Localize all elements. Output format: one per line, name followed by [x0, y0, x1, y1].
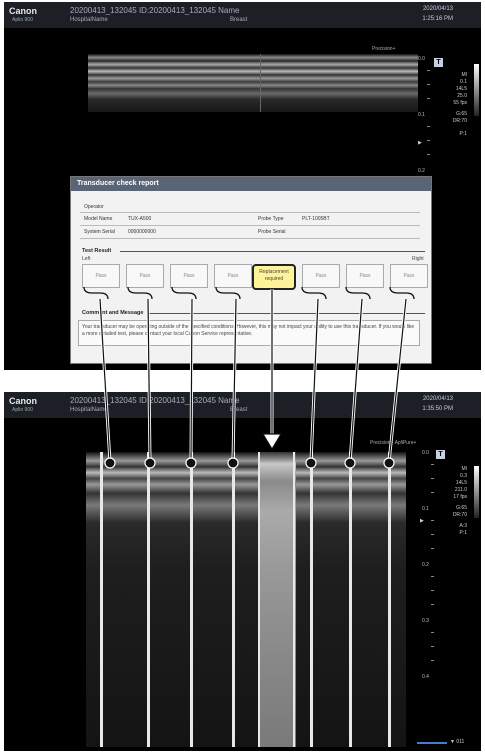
- focus-marker-icon: ▶: [418, 140, 422, 146]
- depth-label: 0.4: [422, 674, 429, 680]
- param: 0.3: [460, 473, 467, 479]
- header-bar: Canon Aplio 900 20200413_132045 ID:20200…: [4, 2, 481, 28]
- param: 17 fps: [453, 494, 467, 500]
- result-cell: Pass: [214, 264, 252, 288]
- preset-label: Precision+: [372, 46, 396, 52]
- exam-time: 1:25:16 PM: [422, 16, 453, 22]
- system-model: Aplio 900: [12, 17, 33, 23]
- exam-date: 2020/04/13: [422, 396, 453, 402]
- param: 0.1: [460, 79, 467, 85]
- param: DR:70: [452, 512, 467, 518]
- right-label: Right: [412, 256, 424, 262]
- transducer-badge: T: [434, 58, 443, 67]
- depth-label: 0.1: [422, 506, 429, 512]
- element-image: [86, 452, 134, 747]
- result-cell: Pass: [82, 264, 120, 288]
- result-cell: Pass: [126, 264, 164, 288]
- element-image: [134, 452, 176, 747]
- model-name-value: TUX-A500: [128, 216, 152, 222]
- system-serial-label: System Serial: [84, 229, 115, 235]
- param: DR:70: [452, 118, 467, 124]
- patient-id: 20200413_132045 ID:20200413_132045 Name: [70, 6, 240, 15]
- param: MI: [461, 72, 467, 78]
- param: 55 fps: [453, 100, 467, 106]
- depth-label: 0.2: [422, 562, 429, 568]
- patient-id: 20200413_132045 ID:20200413_132045 Name: [70, 396, 240, 405]
- exam-type: Breast: [230, 407, 248, 413]
- param: 14L5: [455, 86, 467, 92]
- depth-label: 0.2: [418, 168, 425, 174]
- exam-time: 1:35:50 PM: [422, 406, 453, 412]
- result-cell: Pass: [390, 264, 428, 288]
- result-cell: Pass: [170, 264, 208, 288]
- transducer-badge: T: [436, 450, 445, 459]
- ultrasound-screen-after: Canon Aplio 900 20200413_132045 ID:20200…: [4, 392, 481, 751]
- left-label: Left: [82, 256, 91, 262]
- element-image: [218, 452, 258, 747]
- depth-label: 0.0: [422, 450, 429, 456]
- imaging-parameters: MI 0.3 14L5 211.0 17 fps G:65 DR:70 A:3 …: [453, 466, 467, 537]
- depth-label: 0.3: [422, 618, 429, 624]
- result-cell: Pass: [302, 264, 340, 288]
- scroll-bar[interactable]: [417, 742, 447, 744]
- element-image: [296, 452, 332, 747]
- probe-type-label: Probe Type: [258, 216, 284, 222]
- probe-type-value: PLT-1005BT: [302, 216, 330, 222]
- focus-marker-icon: ▶: [420, 518, 424, 524]
- depth-scale: 0.0 0.1 0.2 0.3 0.4: [422, 450, 438, 680]
- param: P:1: [459, 530, 467, 536]
- depth-label: 0.1: [418, 112, 425, 118]
- header-bar: Canon Aplio 900 20200413_132045 ID:20200…: [4, 392, 481, 418]
- dialog-title: Transducer check report: [71, 177, 431, 191]
- exam-date: 2020/04/13: [422, 6, 453, 12]
- brand-logo: Canon: [9, 6, 37, 16]
- brand-logo: Canon: [9, 396, 37, 406]
- grayscale-bar: [474, 64, 479, 116]
- param: G:65: [456, 505, 467, 511]
- element-image-degraded: [258, 452, 296, 747]
- preset-label: Precision+ ApliPure+: [370, 440, 417, 446]
- system-serial-value: 0000000000: [128, 229, 156, 235]
- b-mode-image: [88, 54, 418, 112]
- depth-label: 0.0: [418, 56, 425, 62]
- param: 25.0: [457, 93, 467, 99]
- param: 14L5: [455, 480, 467, 486]
- frame-indicator: ▼ 011: [450, 739, 465, 745]
- result-cell: Pass: [346, 264, 384, 288]
- grayscale-bar: [474, 466, 479, 518]
- hospital-name: HospitalName: [70, 17, 108, 23]
- comment-message: Your transducer may be operating outside…: [78, 320, 420, 346]
- depth-scale: 0.0 0.1 0.2: [418, 56, 434, 176]
- probe-serial-label: Probe Serial: [258, 229, 286, 235]
- param: P:1: [459, 131, 467, 137]
- exam-type: Breast: [230, 17, 248, 23]
- imaging-parameters: MI 0.1 14L5 25.0 55 fps G:65 DR:70 P:1: [453, 72, 467, 138]
- param: A:3: [459, 523, 467, 529]
- element-image: [176, 452, 218, 747]
- hospital-name: HospitalName: [70, 407, 108, 413]
- param: 211.0: [454, 487, 467, 493]
- system-model: Aplio 900: [12, 407, 33, 413]
- param: G:65: [456, 111, 467, 117]
- param: MI: [461, 466, 467, 472]
- result-cell-warning: Replacement required: [252, 264, 296, 290]
- model-name-label: Model Name: [84, 216, 113, 222]
- comment-heading: Comment and Message: [82, 310, 144, 316]
- operator-label: Operator: [84, 204, 104, 210]
- test-result-heading: Test Result: [82, 248, 112, 254]
